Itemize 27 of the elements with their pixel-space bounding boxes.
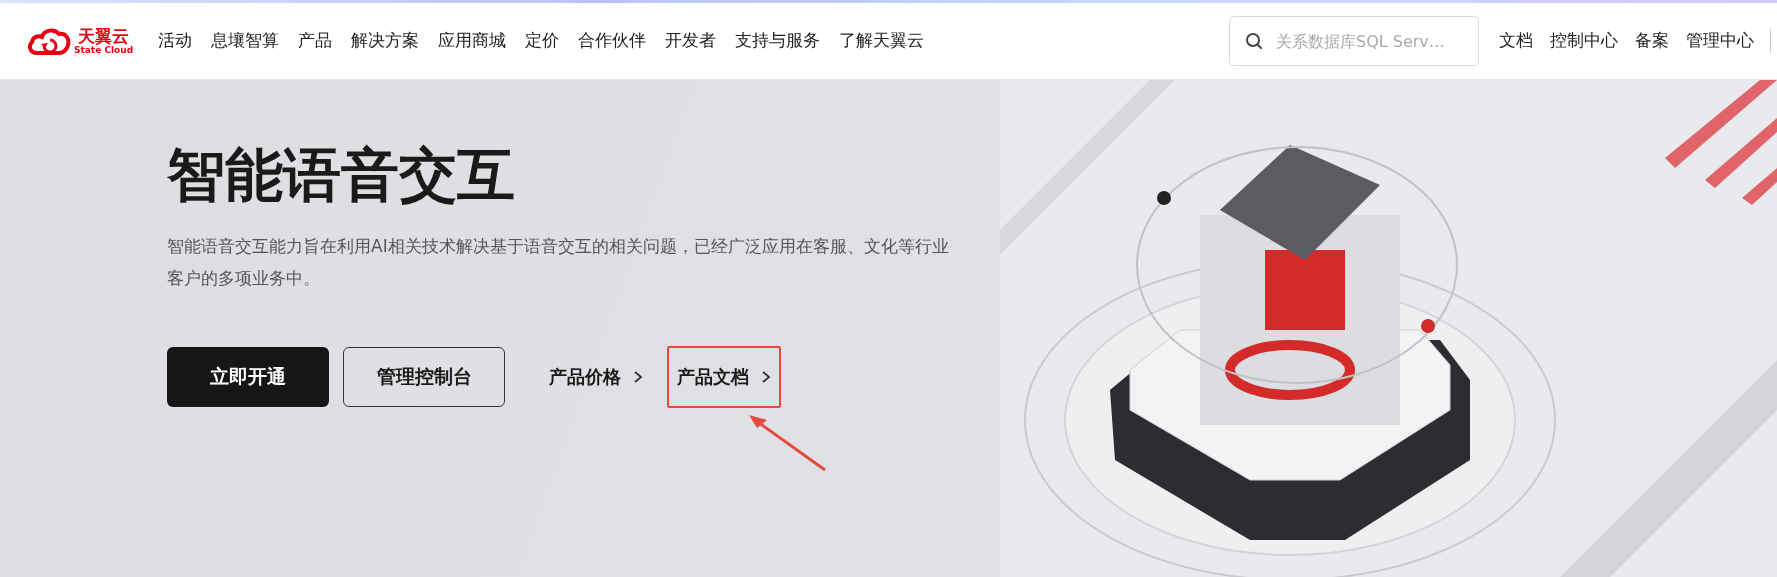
hero-description: 智能语音交互能力旨在利用AI相关技术解决基于语音交互的相关问题，已经广泛应用在客服、文化等行业客户的多项业务中。 [167, 235, 950, 290]
nav-link[interactable]: 合作伙伴 [578, 30, 647, 52]
product-link[interactable]: 产品价格 [539, 346, 653, 408]
nav-link[interactable]: 活动 [158, 30, 193, 52]
search-field[interactable]: 关系数据库SQL Serv… [1229, 16, 1479, 66]
open-now-button[interactable]: 立即开通 [167, 347, 329, 407]
logo[interactable]: 天翼云 State Cloud [27, 26, 134, 56]
cloud-logo-icon [27, 26, 71, 56]
header-link[interactable]: 管理中心 [1686, 30, 1754, 52]
product-link[interactable]: 产品文档 [667, 346, 781, 408]
chevron-icon [633, 370, 643, 384]
nav-link[interactable]: 解决方案 [351, 30, 420, 52]
nav-link[interactable]: 了解天翼云 [839, 30, 925, 52]
nav-link[interactable]: 定价 [525, 30, 560, 52]
hero-title: 智能语音交互 [167, 140, 516, 210]
nav-link[interactable]: 开发者 [665, 30, 717, 52]
nav-link[interactable]: 息壤智算 [211, 30, 280, 52]
logo-subtitle: State Cloud [74, 45, 134, 55]
header-link[interactable]: 控制中心 [1550, 30, 1618, 52]
chevron-icon [761, 370, 771, 384]
nav-link[interactable]: 支持与服务 [735, 30, 821, 52]
header-link[interactable]: 备案 [1635, 30, 1669, 52]
nav-link[interactable]: 产品 [298, 30, 333, 52]
nav-link[interactable]: 应用商城 [438, 30, 507, 52]
logo-name: 天翼云 [78, 27, 130, 45]
header-link[interactable]: 文档 [1499, 30, 1533, 52]
console-button[interactable]: 管理控制台 [343, 347, 505, 407]
